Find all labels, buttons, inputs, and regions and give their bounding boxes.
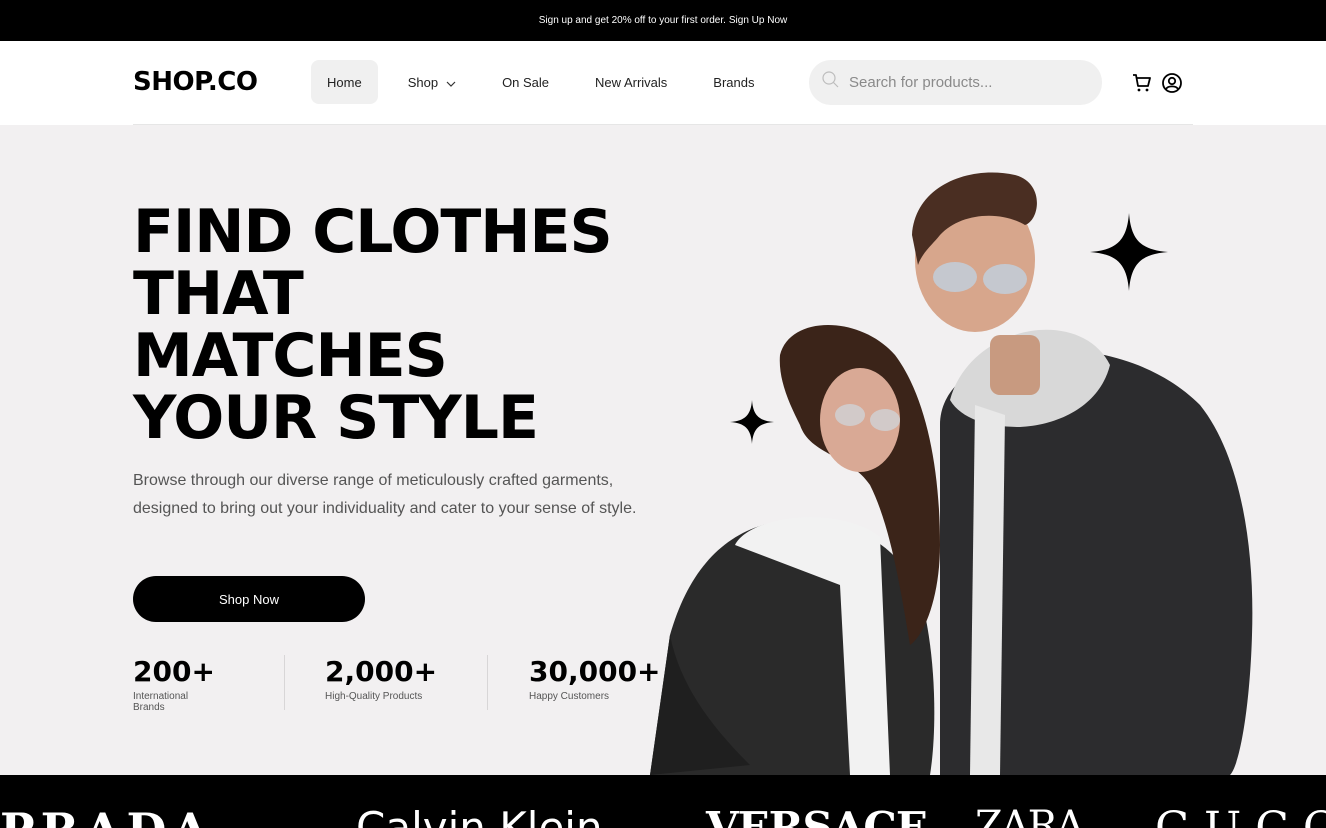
nav-item-label: On Sale (502, 74, 550, 90)
nav-item-label: Home (327, 74, 362, 90)
site-header: SHOP.CO Home Shop On Sale New Arrivals B… (0, 41, 1326, 125)
nav-item-label: New Arrivals (595, 74, 668, 90)
nav-item-brands[interactable]: Brands (697, 60, 770, 104)
main-nav: Home Shop On Sale New Arrivals Brands (311, 60, 771, 104)
nav-item-new-arrivals[interactable]: New Arrivals (579, 60, 683, 104)
user-icon[interactable] (1160, 71, 1184, 95)
brand-strip: PRADA Calvin Klein VERSACE ZARA GUCCI (0, 775, 1326, 828)
brand-logo-gucci[interactable]: GUCCI (1155, 803, 1326, 828)
brand-logo-versace[interactable]: VERSACE (706, 803, 928, 828)
header-inner: SHOP.CO Home Shop On Sale New Arrivals B… (133, 41, 1193, 125)
brand-logo-prada[interactable]: PRADA (0, 803, 214, 828)
cart-icon[interactable] (1130, 71, 1154, 95)
search-input[interactable] (849, 74, 1089, 91)
stat-divider (487, 655, 488, 710)
sparkle-large-icon (1090, 213, 1168, 291)
hero-title-line: THAT (133, 259, 304, 329)
sparkle-small-icon (730, 400, 774, 444)
hero-description: Browse through our diverse range of meti… (133, 472, 637, 517)
hero-title: FIND CLOTHES THAT MATCHES YOUR STYLE (133, 201, 693, 449)
brand-logo-calvin-klein[interactable]: Calvin Klein (356, 803, 603, 828)
banner-text: Sign up and get 20% off to your first or… (538, 15, 726, 26)
stat-label: International Brands (133, 691, 189, 713)
stat-products: 2,000+ High-Quality Products (325, 655, 437, 702)
shop-now-button[interactable]: Shop Now (133, 576, 365, 622)
nav-item-shop[interactable]: Shop (392, 60, 472, 104)
site-logo[interactable]: SHOP.CO (133, 67, 258, 97)
nav-item-label: Brands (713, 74, 755, 90)
stat-value: 2,000+ (325, 655, 438, 688)
nav-item-home[interactable]: Home (311, 60, 378, 104)
stat-divider (284, 655, 285, 710)
nav-item-label: Shop (407, 74, 439, 90)
stat-label: High-Quality Products (325, 691, 423, 702)
banner-signup-link[interactable]: Sign Up Now (729, 15, 787, 26)
hero-section: FIND CLOTHES THAT MATCHES YOUR STYLE Bro… (0, 125, 1326, 775)
search-icon (821, 70, 841, 95)
nav-item-on-sale[interactable]: On Sale (486, 60, 565, 104)
announcement-banner: Sign up and get 20% off to your first or… (0, 0, 1326, 41)
stat-brands: 200+ International Brands (133, 655, 215, 713)
hero-title-line: YOUR STYLE (133, 383, 539, 453)
hero-models-image (640, 165, 1280, 775)
brand-logo-zara[interactable]: ZARA (975, 803, 1085, 828)
header-actions (1130, 71, 1184, 95)
search-bar[interactable] (809, 60, 1102, 105)
chevron-down-icon (446, 75, 456, 90)
hero-title-line: MATCHES (133, 321, 448, 391)
hero-title-line: FIND CLOTHES (133, 197, 613, 267)
stat-value: 200+ (133, 655, 215, 688)
